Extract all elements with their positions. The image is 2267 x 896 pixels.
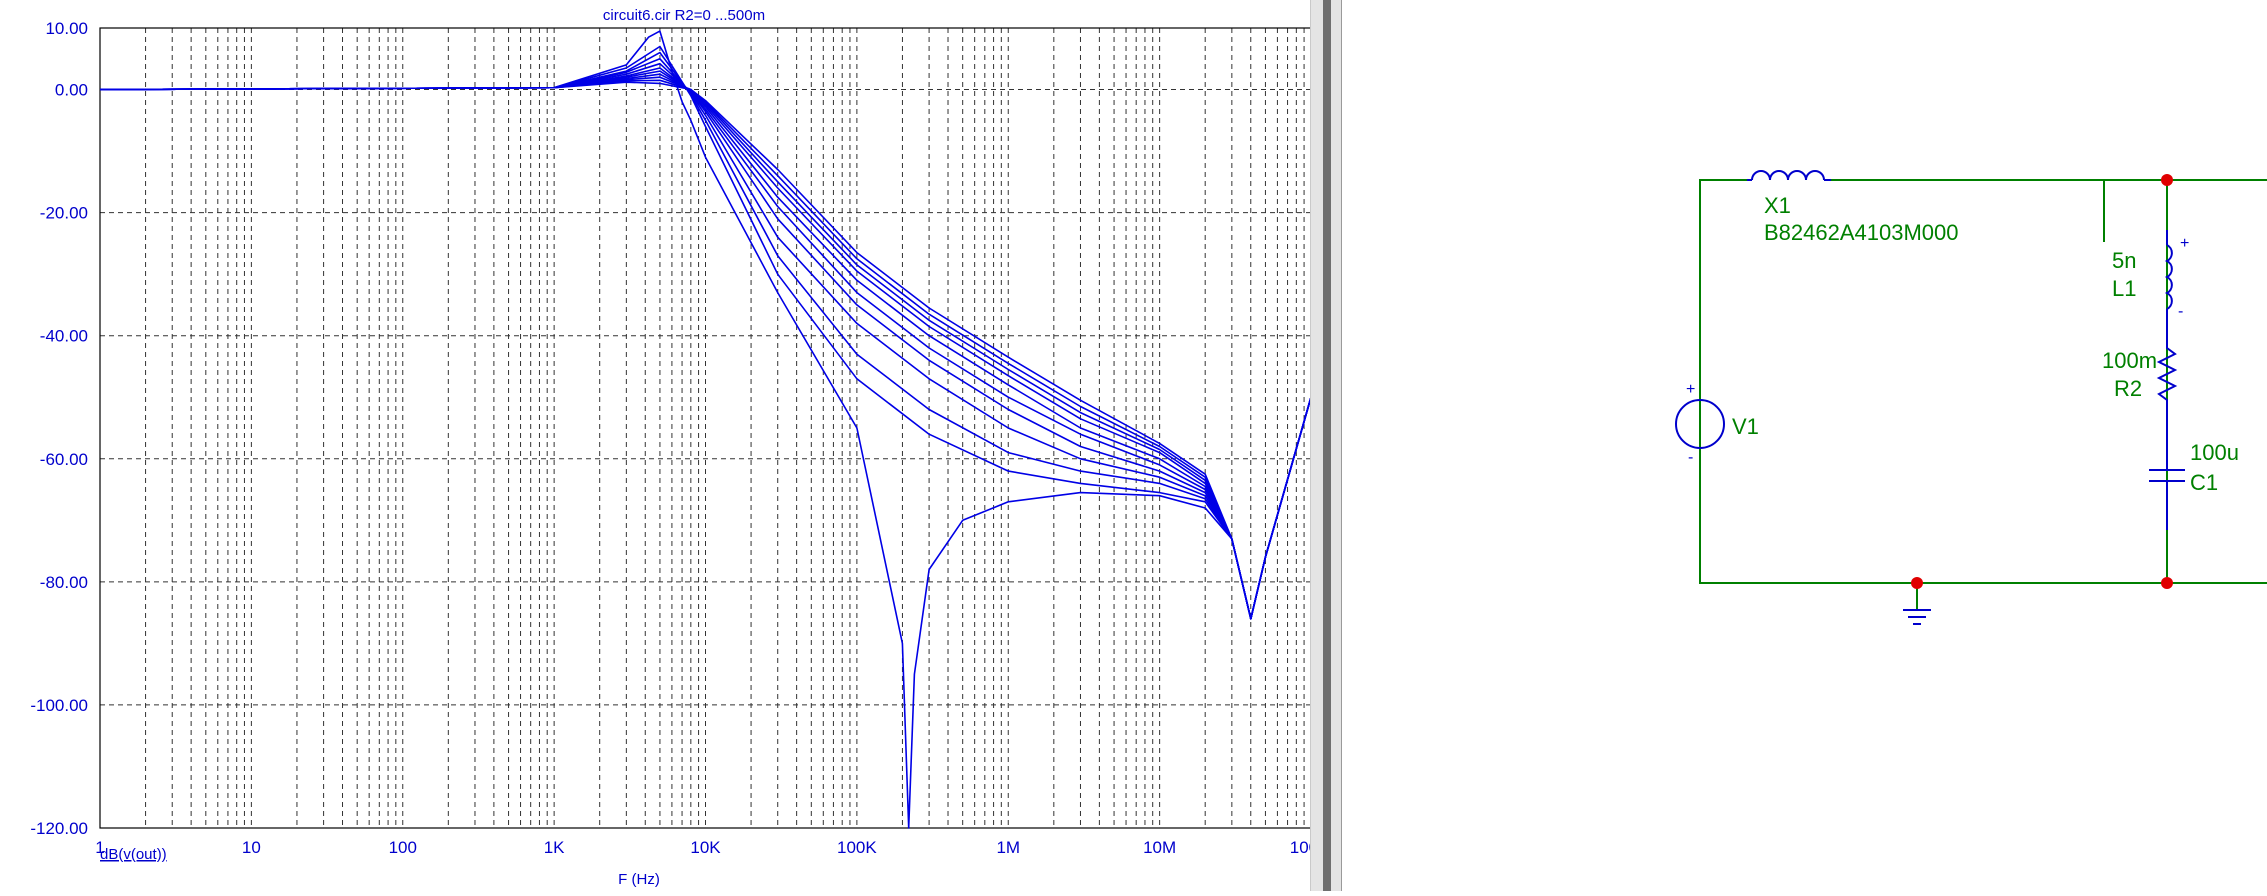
x-tick-label: 10: [242, 838, 261, 857]
series-curve-9[interactable]: [99, 79, 1312, 620]
v1-minus: -: [1688, 449, 1693, 466]
schematic-panel: X1 B82462A4103M000 + - 5n L1 100m R2 100…: [1342, 0, 2267, 891]
y-tick-label: -40.00: [40, 327, 88, 346]
y-tick-label: 10.00: [45, 19, 88, 38]
l1-inductor[interactable]: [2164, 230, 2173, 322]
series-curve-10[interactable]: [99, 81, 1312, 620]
x-tick-label: 100M: [1290, 838, 1310, 857]
schematic: X1 B82462A4103M000 + - 5n L1 100m R2 100…: [1675, 170, 2267, 625]
v1-name-label: V1: [1732, 414, 1759, 439]
x-axis-label: F (Hz): [618, 871, 660, 888]
r2-name-label: R2: [2114, 376, 2142, 401]
y-axis-label[interactable]: dB(v(out)): [100, 846, 167, 863]
node-top[interactable]: [2161, 174, 2173, 186]
r2-value-label: 100m: [2102, 348, 2157, 373]
y-tick-label: -20.00: [40, 204, 88, 223]
l1-minus: -: [2178, 303, 2183, 320]
y-tick-label: -80.00: [40, 573, 88, 592]
tick-labels: 1101001K10K100K1M10M100M10.000.00-20.00-…: [30, 19, 1332, 857]
l1-plus: +: [2180, 235, 2189, 252]
bode-plot-panel: circuit6.cir R2=0 ...500m 1 10 100 1K 10K 100…: [0, 0, 1412, 891]
x-tick-label: 10M: [1143, 838, 1176, 857]
series-curve-0[interactable]: [99, 30, 1312, 829]
wire-left: [1699, 179, 1747, 201]
y-tick-label: -120.00: [30, 819, 88, 838]
l1-value-label: 5n: [2112, 248, 2136, 273]
ground-symbol[interactable]: [1903, 609, 1931, 625]
y-tick-label: 0.00: [55, 81, 88, 100]
x1-inductor[interactable]: [1747, 170, 1831, 181]
x-tick-label: 10K: [690, 838, 721, 857]
node-bottom-mid[interactable]: [2161, 577, 2173, 589]
l1-name-label: L1: [2112, 276, 2136, 301]
x-tick-label: 100: [389, 838, 417, 857]
v1-plus: +: [1686, 381, 1695, 398]
chart-title: circuit6.cir R2=0 ...500m: [603, 7, 765, 24]
series-curves: [99, 30, 1312, 829]
pane-splitter[interactable]: [1310, 0, 1342, 891]
node-ground[interactable]: [1911, 577, 1923, 589]
grid: [100, 28, 1311, 828]
c1-value-label: 100u: [2190, 440, 2239, 465]
x-tick-label: 1M: [996, 838, 1020, 857]
x-tick-label: 1K: [544, 838, 565, 857]
bode-plot: circuit6.cir R2=0 ...500m 1 10 100 1K 10K 100…: [30, 7, 1412, 888]
y-tick-label: -60.00: [40, 450, 88, 469]
x-tick-label: 100K: [837, 838, 877, 857]
y-tick-label: -100.00: [30, 696, 88, 715]
x1-part-label: B82462A4103M000: [1764, 220, 1959, 245]
splitter-handle[interactable]: [1323, 0, 1331, 891]
x1-name-label: X1: [1764, 193, 1791, 218]
c1-name-label: C1: [2190, 470, 2218, 495]
